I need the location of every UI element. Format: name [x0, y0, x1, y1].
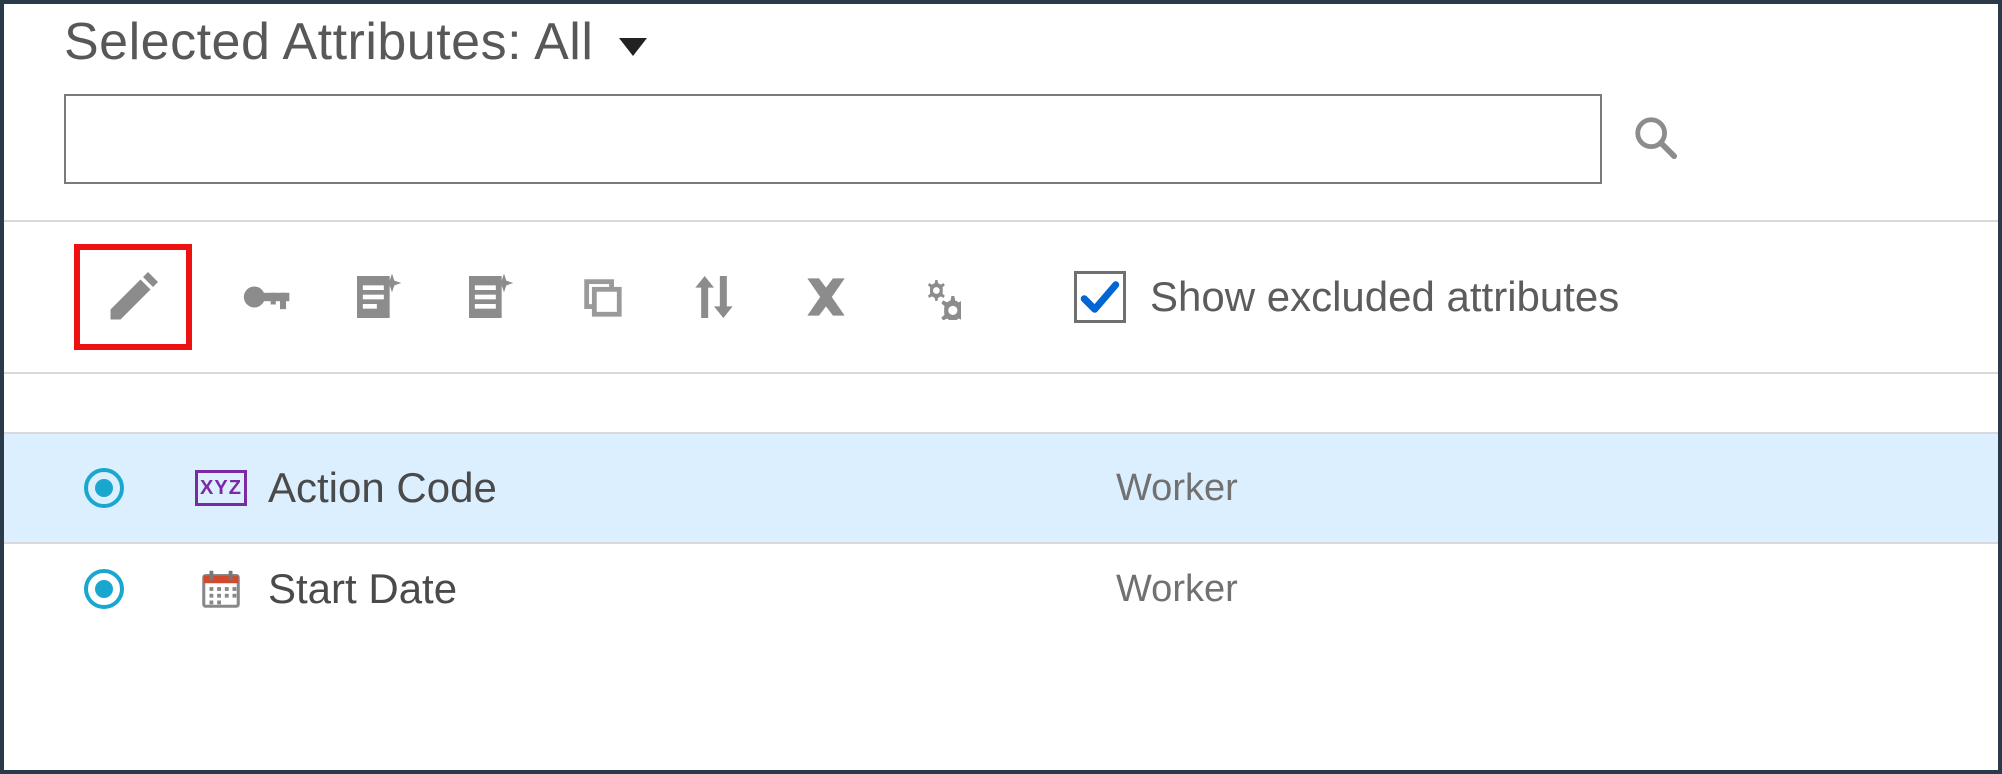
row-radio[interactable]	[84, 468, 124, 508]
search-row	[64, 94, 1938, 220]
document-sparkle-alt-icon	[462, 269, 518, 325]
x-icon	[798, 269, 854, 325]
delete-button[interactable]	[794, 265, 858, 329]
new-doc-b-button[interactable]	[458, 265, 522, 329]
attribute-name: Action Code	[268, 464, 497, 512]
edit-button[interactable]	[74, 244, 192, 350]
panel-title: Selected Attributes: All	[64, 12, 593, 72]
sort-arrows-icon	[686, 269, 742, 325]
show-excluded-label: Show excluded attributes	[1150, 273, 1619, 321]
attribute-category: Worker	[1116, 568, 1238, 611]
settings-button[interactable]	[906, 265, 970, 329]
header: Selected Attributes: All	[4, 4, 1998, 220]
title-dropdown[interactable]: Selected Attributes: All	[64, 12, 1938, 72]
key-icon	[238, 269, 294, 325]
magnifier-icon	[1632, 114, 1678, 160]
caret-down-icon	[619, 38, 647, 56]
pencil-icon	[103, 267, 163, 327]
new-doc-a-button[interactable]	[346, 265, 410, 329]
list-gap	[4, 374, 1998, 434]
attribute-name: Start Date	[268, 565, 457, 613]
attribute-category: Worker	[1116, 467, 1238, 510]
type-badge	[194, 568, 248, 610]
panel-frame: Selected Attributes: All	[0, 0, 2002, 774]
radio-dot-icon	[95, 479, 113, 497]
row-radio[interactable]	[84, 569, 124, 609]
radio-dot-icon	[95, 580, 113, 598]
attribute-row[interactable]: Start Date Worker	[4, 544, 1998, 634]
toolbar: Show excluded attributes	[4, 220, 1998, 374]
attribute-row[interactable]: XYZ Action Code Worker	[4, 434, 1998, 544]
show-excluded-checkbox[interactable]	[1074, 271, 1126, 323]
type-badge: XYZ	[194, 467, 248, 509]
search-input[interactable]	[64, 94, 1602, 184]
calendar-icon	[198, 566, 244, 612]
attribute-list: XYZ Action Code Worker	[4, 374, 1998, 634]
copy-button[interactable]	[570, 265, 634, 329]
gears-icon	[915, 274, 961, 320]
checkmark-icon	[1079, 276, 1121, 318]
copy-icon	[579, 274, 625, 320]
sort-button[interactable]	[682, 265, 746, 329]
key-button[interactable]	[234, 265, 298, 329]
search-button[interactable]	[1632, 114, 1678, 165]
document-sparkle-icon	[350, 269, 406, 325]
xyz-icon: XYZ	[195, 470, 247, 506]
